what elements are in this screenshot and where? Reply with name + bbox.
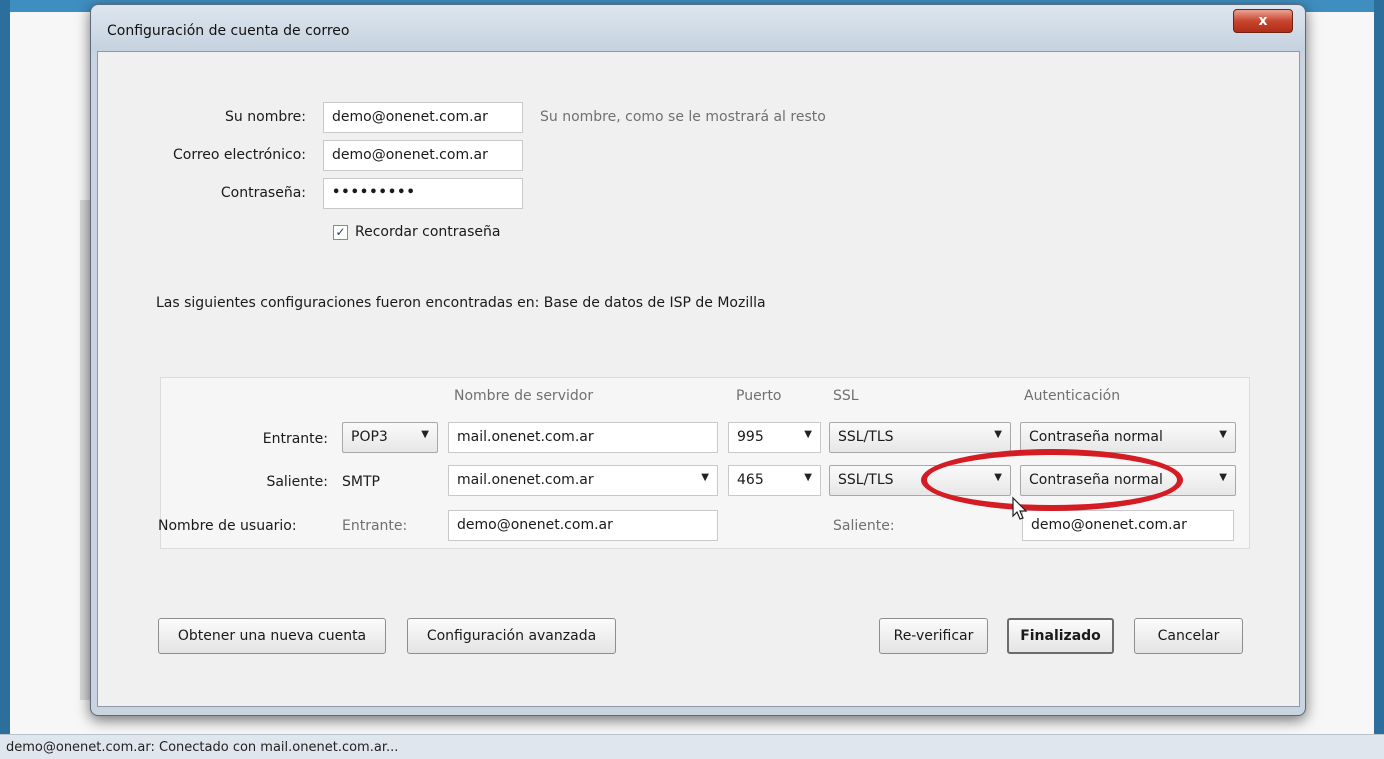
cancel-button[interactable]: Cancelar — [1134, 618, 1243, 654]
chevron-down-icon: ▼ — [421, 429, 429, 440]
chevron-down-icon: ▼ — [804, 472, 812, 483]
outgoing-server-value: mail.onenet.com.ar — [457, 472, 594, 488]
password-input[interactable]: ••••••••• — [323, 178, 523, 209]
incoming-protocol-value: POP3 — [351, 429, 388, 445]
header-server-name: Nombre de servidor — [454, 388, 594, 404]
chevron-down-icon: ▼ — [804, 429, 812, 440]
chevron-down-icon: ▼ — [994, 472, 1002, 483]
name-label: Su nombre: — [225, 109, 306, 125]
incoming-ssl-select[interactable]: SSL/TLS ▼ — [829, 422, 1011, 453]
incoming-port-value: 995 — [737, 429, 764, 445]
close-button[interactable]: x — [1233, 9, 1293, 33]
remember-password-checkbox[interactable]: ✓ — [333, 225, 348, 240]
name-input[interactable]: demo@onenet.com.ar — [323, 102, 523, 133]
dialog-titlebar: Configuración de cuenta de correo x — [91, 5, 1305, 51]
outgoing-port-select[interactable]: 465 ▼ — [728, 465, 821, 496]
background-panel-edge — [80, 200, 90, 700]
outgoing-protocol: SMTP — [342, 474, 380, 490]
incoming-ssl-value: SSL/TLS — [838, 429, 894, 445]
outgoing-ssl-select[interactable]: SSL/TLS ▼ — [829, 465, 1011, 496]
dialog-title: Configuración de cuenta de correo — [107, 23, 350, 39]
close-icon: x — [1258, 13, 1268, 29]
new-account-button[interactable]: Obtener una nueva cuenta — [158, 618, 386, 654]
incoming-label: Entrante: — [262, 431, 328, 447]
done-button[interactable]: Finalizado — [1007, 618, 1114, 654]
account-setup-dialog: Configuración de cuenta de correo x Su n… — [90, 4, 1306, 716]
chevron-down-icon: ▼ — [701, 472, 709, 483]
incoming-protocol-select[interactable]: POP3 ▼ — [342, 422, 438, 453]
recheck-button[interactable]: Re-verificar — [879, 618, 988, 654]
desktop-left-edge — [0, 0, 10, 759]
header-auth: Autenticación — [1024, 388, 1121, 404]
outgoing-auth-value: Contraseña normal — [1029, 472, 1163, 488]
username-incoming-label: Entrante: — [342, 518, 408, 534]
mouse-cursor-icon — [1012, 496, 1028, 520]
incoming-server-input[interactable]: mail.onenet.com.ar — [448, 422, 718, 453]
incoming-auth-select[interactable]: Contraseña normal ▼ — [1020, 422, 1236, 453]
incoming-port-select[interactable]: 995 ▼ — [728, 422, 821, 453]
outgoing-ssl-value: SSL/TLS — [838, 472, 894, 488]
username-incoming-input[interactable]: demo@onenet.com.ar — [448, 510, 718, 541]
outgoing-auth-select[interactable]: Contraseña normal ▼ — [1020, 465, 1236, 496]
remember-password-label: Recordar contraseña — [355, 224, 501, 240]
outgoing-server-select[interactable]: mail.onenet.com.ar ▼ — [448, 465, 718, 496]
username-outgoing-input[interactable]: demo@onenet.com.ar — [1022, 510, 1234, 541]
header-port: Puerto — [736, 388, 782, 404]
chevron-down-icon: ▼ — [1219, 429, 1227, 440]
status-bar: demo@onenet.com.ar: Conectado con mail.o… — [0, 734, 1384, 759]
chevron-down-icon: ▼ — [994, 429, 1002, 440]
incoming-auth-value: Contraseña normal — [1029, 429, 1163, 445]
username-label: Nombre de usuario: — [158, 518, 297, 534]
outgoing-port-value: 465 — [737, 472, 764, 488]
found-config-message: Las siguientes configuraciones fueron en… — [156, 295, 766, 311]
email-label: Correo electrónico: — [173, 147, 306, 163]
dialog-client-area: Su nombre: demo@onenet.com.ar Su nombre,… — [97, 51, 1300, 707]
chevron-down-icon: ▼ — [1219, 472, 1227, 483]
email-input[interactable]: demo@onenet.com.ar — [323, 140, 523, 171]
password-label: Contraseña: — [220, 185, 306, 201]
advanced-config-button[interactable]: Configuración avanzada — [407, 618, 616, 654]
header-ssl: SSL — [833, 388, 859, 404]
outgoing-label: Saliente: — [266, 474, 328, 490]
name-hint: Su nombre, como se le mostrará al resto — [540, 109, 826, 125]
desktop-right-edge — [1374, 0, 1384, 759]
username-outgoing-label: Saliente: — [833, 518, 895, 534]
